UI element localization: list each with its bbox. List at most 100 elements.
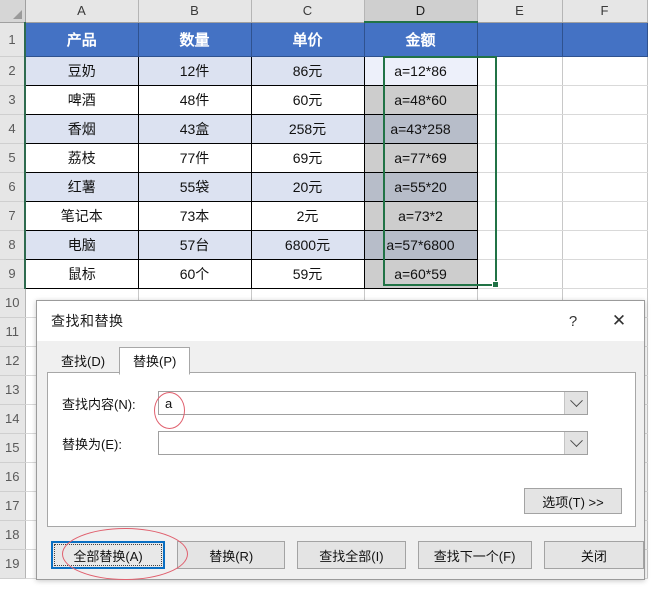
row-header-4[interactable]: 4 <box>0 114 26 144</box>
find-content-input[interactable]: a <box>158 391 588 415</box>
dialog-tabstrip[interactable]: 查找(D) 替换(P) <box>37 341 644 375</box>
row-header-10[interactable]: 10 <box>0 288 26 318</box>
cell-d8[interactable]: a=57*6800 <box>364 230 478 260</box>
cell-d1[interactable]: 金额 <box>364 22 478 57</box>
replace-with-chevron-down-icon[interactable] <box>564 432 587 454</box>
cell-e9[interactable] <box>477 259 563 289</box>
row-header-18[interactable]: 18 <box>0 520 26 550</box>
cell-a4[interactable]: 香烟 <box>24 114 139 144</box>
table-row[interactable]: 6 红薯 55袋 20元 a=55*20 <box>0 172 648 202</box>
cell-e7[interactable] <box>477 201 563 231</box>
cell-e8[interactable] <box>477 230 563 260</box>
cell-a3[interactable]: 啤酒 <box>24 85 139 115</box>
row-header-2[interactable]: 2 <box>0 56 26 86</box>
column-header-f[interactable]: F <box>562 0 648 23</box>
table-row[interactable]: 3 啤酒 48件 60元 a=48*60 <box>0 85 648 115</box>
options-button[interactable]: 选项(T) >> <box>524 488 622 514</box>
cell-d7[interactable]: a=73*2 <box>364 201 478 231</box>
row-header-8[interactable]: 8 <box>0 230 26 260</box>
cell-b6[interactable]: 55袋 <box>138 172 252 202</box>
find-next-button[interactable]: 查找下一个(F) <box>417 541 532 569</box>
find-replace-dialog[interactable]: 查找和替换 ? ✕ 查找(D) 替换(P) 查找内容(N): a 替换为(E):… <box>36 300 645 580</box>
cell-a2[interactable]: 豆奶 <box>24 56 139 86</box>
cell-b9[interactable]: 60个 <box>138 259 252 289</box>
row-header-14[interactable]: 14 <box>0 404 26 434</box>
cell-e6[interactable] <box>477 172 563 202</box>
table-row[interactable]: 2 豆奶 12件 86元 a=12*86 <box>0 56 648 86</box>
row-header-5[interactable]: 5 <box>0 143 26 173</box>
table-row[interactable]: 5 荔枝 77件 69元 a=77*69 <box>0 143 648 173</box>
table-row[interactable]: 7 笔记本 73本 2元 a=73*2 <box>0 201 648 231</box>
cell-b8[interactable]: 57台 <box>138 230 252 260</box>
table-row[interactable]: 4 香烟 43盒 258元 a=43*258 <box>0 114 648 144</box>
help-icon[interactable]: ? <box>552 301 594 341</box>
cell-f2[interactable] <box>562 56 648 86</box>
row-header-9[interactable]: 9 <box>0 259 26 289</box>
close-button[interactable]: 关闭 <box>543 541 644 569</box>
column-header-b[interactable]: B <box>138 0 252 23</box>
cell-b7[interactable]: 73本 <box>138 201 252 231</box>
replace-with-value[interactable] <box>159 432 564 454</box>
cell-c9[interactable]: 59元 <box>251 259 365 289</box>
cell-e3[interactable] <box>477 85 563 115</box>
cell-b1[interactable]: 数量 <box>138 22 252 57</box>
cell-f3[interactable] <box>562 85 648 115</box>
cell-f1[interactable] <box>562 22 648 57</box>
find-all-button[interactable]: 查找全部(I) <box>297 541 406 569</box>
cell-f5[interactable] <box>562 143 648 173</box>
replace-with-input[interactable] <box>158 431 588 455</box>
row-header-19[interactable]: 19 <box>0 549 26 579</box>
row-header-13[interactable]: 13 <box>0 375 26 405</box>
cell-e5[interactable] <box>477 143 563 173</box>
cell-c6[interactable]: 20元 <box>251 172 365 202</box>
cell-f8[interactable] <box>562 230 648 260</box>
cell-a9[interactable]: 鼠标 <box>24 259 139 289</box>
row-header-6[interactable]: 6 <box>0 172 26 202</box>
replace-button[interactable]: 替换(R) <box>177 541 286 569</box>
row-header-1[interactable]: 1 <box>0 22 26 57</box>
cell-c5[interactable]: 69元 <box>251 143 365 173</box>
cell-d2[interactable]: a=12*86 <box>364 56 478 86</box>
cell-b4[interactable]: 43盒 <box>138 114 252 144</box>
cell-d5[interactable]: a=77*69 <box>364 143 478 173</box>
select-all-corner[interactable] <box>0 0 26 23</box>
cell-a8[interactable]: 电脑 <box>24 230 139 260</box>
cell-a7[interactable]: 笔记本 <box>24 201 139 231</box>
tab-find[interactable]: 查找(D) <box>47 348 120 374</box>
cell-c2[interactable]: 86元 <box>251 56 365 86</box>
cell-f6[interactable] <box>562 172 648 202</box>
column-header-c[interactable]: C <box>251 0 365 23</box>
column-header-d[interactable]: D <box>364 0 478 23</box>
row-header-11[interactable]: 11 <box>0 317 26 347</box>
column-header-a[interactable]: A <box>25 0 139 23</box>
cell-a1[interactable]: 产品 <box>24 22 139 57</box>
table-row[interactable]: 9 鼠标 60个 59元 a=60*59 <box>0 259 648 289</box>
dialog-titlebar[interactable]: 查找和替换 ? ✕ <box>37 301 644 341</box>
cell-b5[interactable]: 77件 <box>138 143 252 173</box>
find-content-value[interactable]: a <box>159 392 564 414</box>
cell-e1[interactable] <box>477 22 563 57</box>
tab-replace[interactable]: 替换(P) <box>119 347 191 375</box>
cell-d3[interactable]: a=48*60 <box>364 85 478 115</box>
replace-all-button[interactable]: 全部替换(A) <box>51 541 166 569</box>
cell-d6[interactable]: a=55*20 <box>364 172 478 202</box>
row-header-12[interactable]: 12 <box>0 346 26 376</box>
cell-c3[interactable]: 60元 <box>251 85 365 115</box>
cell-f4[interactable] <box>562 114 648 144</box>
cell-c1[interactable]: 单价 <box>251 22 365 57</box>
row-header-7[interactable]: 7 <box>0 201 26 231</box>
row-header-17[interactable]: 17 <box>0 491 26 521</box>
close-icon[interactable]: ✕ <box>598 301 640 341</box>
cell-e4[interactable] <box>477 114 563 144</box>
table-row[interactable]: 1 产品 数量 单价 金额 <box>0 22 648 57</box>
cell-b2[interactable]: 12件 <box>138 56 252 86</box>
cell-e2[interactable] <box>477 56 563 86</box>
cell-b3[interactable]: 48件 <box>138 85 252 115</box>
cell-d9[interactable]: a=60*59 <box>364 259 478 289</box>
cell-d4[interactable]: a=43*258 <box>364 114 478 144</box>
fill-handle[interactable] <box>492 281 499 288</box>
cell-a6[interactable]: 红薯 <box>24 172 139 202</box>
cell-f7[interactable] <box>562 201 648 231</box>
row-header-3[interactable]: 3 <box>0 85 26 115</box>
row-header-15[interactable]: 15 <box>0 433 26 463</box>
